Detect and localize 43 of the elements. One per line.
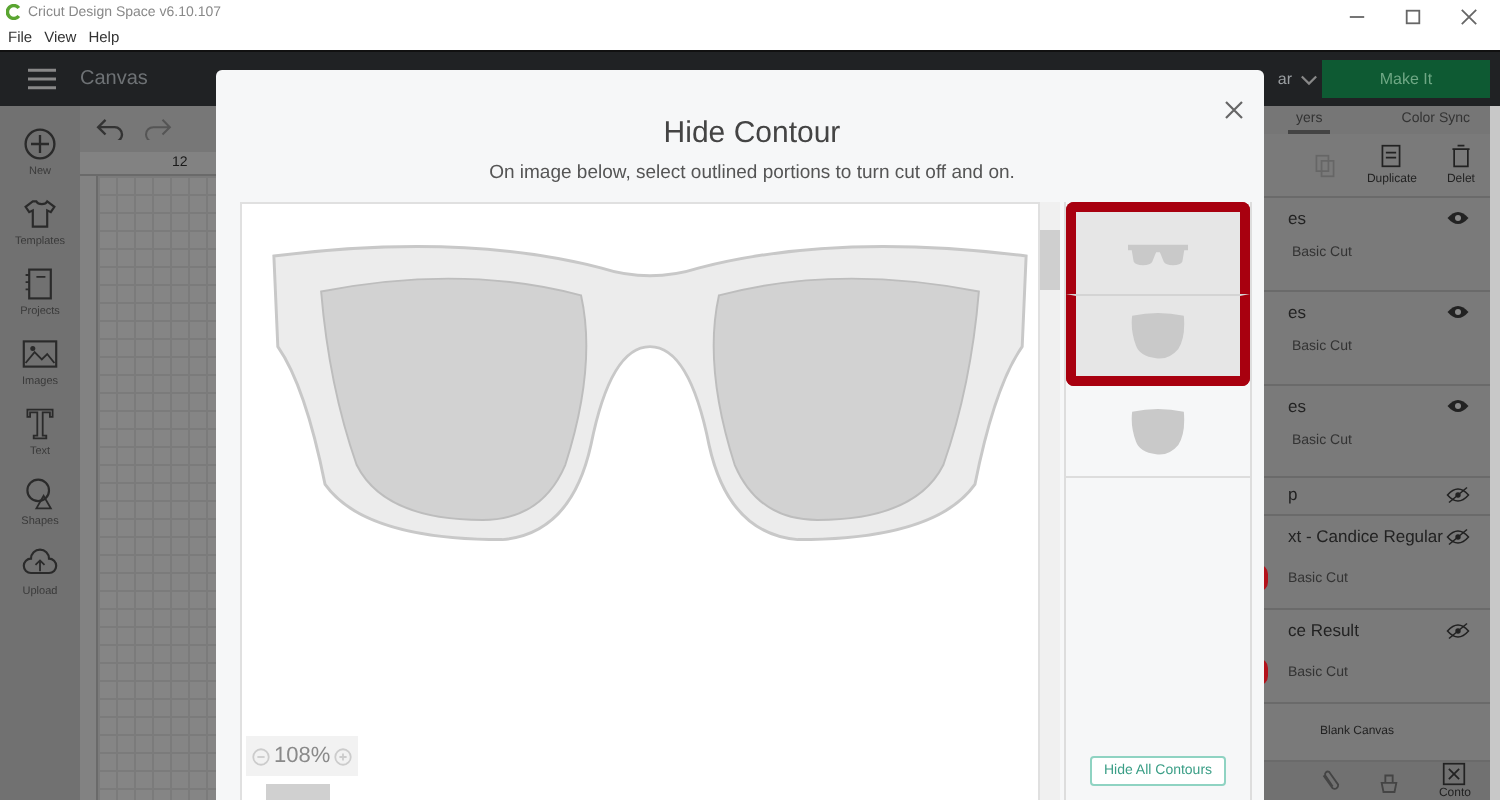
redo-icon[interactable] — [142, 118, 172, 140]
shapes-icon[interactable] — [22, 476, 58, 512]
eye-slash-icon[interactable] — [1446, 621, 1470, 640]
contour-thumbnail[interactable] — [1066, 202, 1250, 294]
trash-icon[interactable] — [1449, 144, 1472, 169]
projects-icon[interactable] — [22, 266, 58, 302]
layer-name[interactable]: xt - Candice Regular — [1288, 526, 1443, 547]
scrollbar-thumb[interactable] — [266, 784, 330, 800]
app-logo-icon — [6, 4, 22, 20]
eye-icon[interactable] — [1446, 210, 1470, 227]
templates-icon[interactable] — [21, 196, 58, 232]
text-icon[interactable] — [22, 406, 58, 442]
layer-name[interactable]: es — [1288, 208, 1306, 229]
paperclip-icon[interactable] — [1318, 768, 1341, 795]
duplicate-icon[interactable] — [1380, 144, 1403, 169]
close-icon[interactable] — [1224, 100, 1244, 120]
dialog-title: Hide Contour — [661, 116, 843, 150]
scrollbar-thumb[interactable] — [1040, 230, 1060, 290]
layer-name[interactable]: ce Result — [1288, 620, 1359, 641]
layer-name[interactable]: es — [1288, 302, 1306, 322]
page-title: Canvas — [80, 68, 148, 90]
menu-icon[interactable] — [28, 68, 56, 90]
dialog-instruction: On image below, select outlined portions to turn cut off and on. — [487, 162, 1017, 184]
chevron-down-icon — [1300, 73, 1318, 85]
glasses-icon — [1128, 241, 1188, 265]
eye-icon[interactable] — [1446, 304, 1470, 320]
new-icon[interactable] — [22, 126, 58, 162]
close-icon[interactable] — [1460, 7, 1478, 25]
undo-icon[interactable] — [96, 118, 126, 140]
maximize-icon[interactable] — [1404, 7, 1422, 25]
layer-name[interactable]: p — [1288, 484, 1298, 505]
lens-icon — [1130, 407, 1186, 455]
machine-dropdown[interactable]: ar — [1277, 70, 1318, 88]
eye-slash-icon[interactable] — [1446, 527, 1470, 546]
zoom-level: 108% — [274, 744, 331, 768]
make-it-button[interactable]: Make It — [1322, 60, 1490, 98]
contour-icon[interactable] — [1442, 762, 1467, 787]
images-icon[interactable] — [21, 336, 58, 372]
layer-name[interactable]: es — [1288, 395, 1306, 416]
scrollbar[interactable] — [1490, 106, 1500, 800]
lens-icon — [1130, 312, 1186, 360]
eye-slash-icon[interactable] — [1446, 485, 1470, 504]
eye-icon[interactable] — [1446, 397, 1470, 414]
